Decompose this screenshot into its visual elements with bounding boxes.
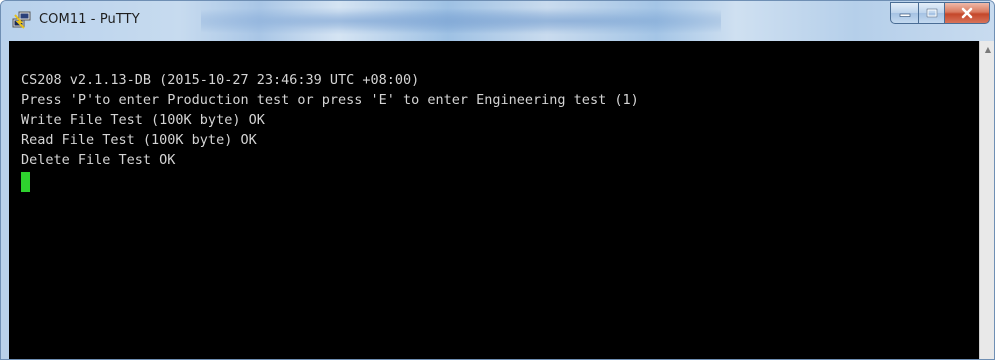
maximize-icon: [926, 8, 937, 18]
terminal-line: CS208 v2.1.13-DB (2015-10-27 23:46:39 UT…: [21, 72, 420, 88]
minimize-icon: [899, 13, 910, 17]
minimize-button[interactable]: [890, 2, 918, 24]
terminal-output: CS208 v2.1.13-DB (2015-10-27 23:46:39 UT…: [21, 70, 639, 170]
close-button[interactable]: [944, 2, 990, 24]
terminal-line: Read File Test (100K byte) OK: [21, 132, 257, 148]
close-icon: [961, 7, 973, 19]
maximize-button[interactable]: [918, 2, 944, 24]
terminal-line: Write File Test (100K byte) OK: [21, 112, 265, 128]
scroll-up-button[interactable]: ▲: [980, 41, 994, 58]
terminal-line: Press 'P'to enter Production test or pre…: [21, 92, 639, 108]
window-title: COM11 - PuTTY: [39, 12, 140, 27]
title-bar-background: [201, 5, 721, 37]
putty-window: COM11 - PuTTY CS208 v2.1.13-DB (2015-10-…: [0, 0, 995, 360]
terminal-area[interactable]: CS208 v2.1.13-DB (2015-10-27 23:46:39 UT…: [9, 41, 979, 359]
chevron-up-icon: ▲: [984, 45, 992, 54]
vertical-scrollbar[interactable]: ▲: [979, 41, 994, 359]
title-bar[interactable]: COM11 - PuTTY: [1, 1, 994, 41]
window-controls: [890, 2, 990, 24]
text-cursor: [21, 172, 30, 192]
putty-icon[interactable]: [12, 10, 32, 30]
terminal-line: Delete File Test OK: [21, 152, 176, 168]
